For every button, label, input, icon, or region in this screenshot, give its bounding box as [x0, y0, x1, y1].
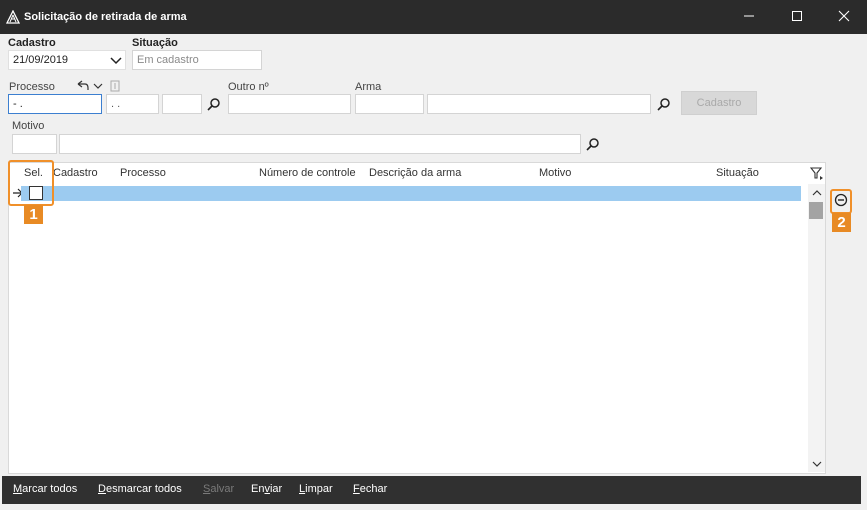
- outro-input[interactable]: [228, 94, 351, 114]
- search-icon[interactable]: [585, 136, 601, 152]
- arma-label: Arma: [355, 81, 382, 93]
- outro-label: Outro nº: [228, 81, 269, 93]
- column-header-descricao-arma[interactable]: Descrição da arma: [369, 167, 461, 179]
- scroll-down-icon[interactable]: [809, 456, 825, 472]
- cadastro-label: Cadastro: [8, 37, 56, 49]
- column-header-cadastro[interactable]: Cadastro: [53, 167, 98, 179]
- minimize-icon: [743, 10, 755, 25]
- marcar-todos-button[interactable]: Marcar todos: [13, 483, 77, 495]
- close-icon: [838, 10, 850, 25]
- document-icon[interactable]: [107, 78, 123, 94]
- salvar-button[interactable]: Salvar: [203, 483, 234, 495]
- vertical-scrollbar[interactable]: [808, 184, 825, 472]
- column-header-situacao[interactable]: Situação: [716, 167, 759, 179]
- callout-highlight-2: [830, 189, 852, 214]
- title-bar: Solicitação de retirada de arma: [0, 0, 867, 34]
- processo-part3-input[interactable]: [162, 94, 202, 114]
- search-icon[interactable]: [656, 96, 672, 112]
- desmarcar-todos-button[interactable]: Desmarcar todos: [98, 483, 182, 495]
- window-title: Solicitação de retirada de arma: [24, 11, 187, 23]
- app-logo-icon: [5, 9, 21, 24]
- cadastro-date-picker[interactable]: 21/09/2019: [8, 50, 126, 70]
- motivo-label: Motivo: [12, 120, 45, 132]
- situacao-label: Situação: [132, 37, 178, 49]
- table-row[interactable]: [21, 186, 801, 201]
- close-button[interactable]: [821, 0, 867, 34]
- callout-highlight-1: [8, 160, 54, 206]
- scroll-thumb[interactable]: [809, 202, 823, 219]
- search-icon[interactable]: [206, 96, 222, 112]
- processo-part2-input[interactable]: . .: [106, 94, 159, 114]
- processo-label: Processo: [9, 81, 55, 93]
- motivo-code-input[interactable]: [12, 134, 57, 154]
- maximize-button[interactable]: [774, 0, 820, 34]
- processo-input[interactable]: - .: [8, 94, 102, 114]
- limpar-button[interactable]: Limpar: [299, 483, 333, 495]
- undo-arrow-icon[interactable]: [74, 78, 90, 94]
- callout-badge-2: 2: [832, 213, 851, 232]
- column-header-numero-controle[interactable]: Número de controle: [259, 167, 356, 179]
- maximize-icon: [791, 10, 803, 25]
- fechar-button[interactable]: Fechar: [353, 483, 387, 495]
- requests-grid[interactable]: Sel. Cadastro Processo Número de control…: [8, 162, 826, 474]
- callout-badge-1: 1: [24, 205, 43, 224]
- enviar-button[interactable]: Enviar: [251, 483, 282, 495]
- cadastro-button[interactable]: Cadastro: [681, 91, 757, 115]
- minimize-button[interactable]: [726, 0, 772, 34]
- column-header-processo[interactable]: Processo: [120, 167, 166, 179]
- arma-description-input[interactable]: [427, 94, 651, 114]
- arma-code-input[interactable]: [355, 94, 424, 114]
- situacao-field: Em cadastro: [132, 50, 262, 70]
- chevron-down-icon[interactable]: [110, 54, 122, 69]
- footer-toolbar: Marcar todos Desmarcar todos Salvar Envi…: [2, 476, 861, 504]
- scroll-up-icon[interactable]: [809, 185, 825, 201]
- filter-icon[interactable]: [809, 165, 825, 181]
- motivo-description-input[interactable]: [59, 134, 581, 154]
- column-header-motivo[interactable]: Motivo: [539, 167, 571, 179]
- chevron-down-icon[interactable]: [90, 78, 106, 94]
- cadastro-date-value: 21/09/2019: [13, 54, 69, 66]
